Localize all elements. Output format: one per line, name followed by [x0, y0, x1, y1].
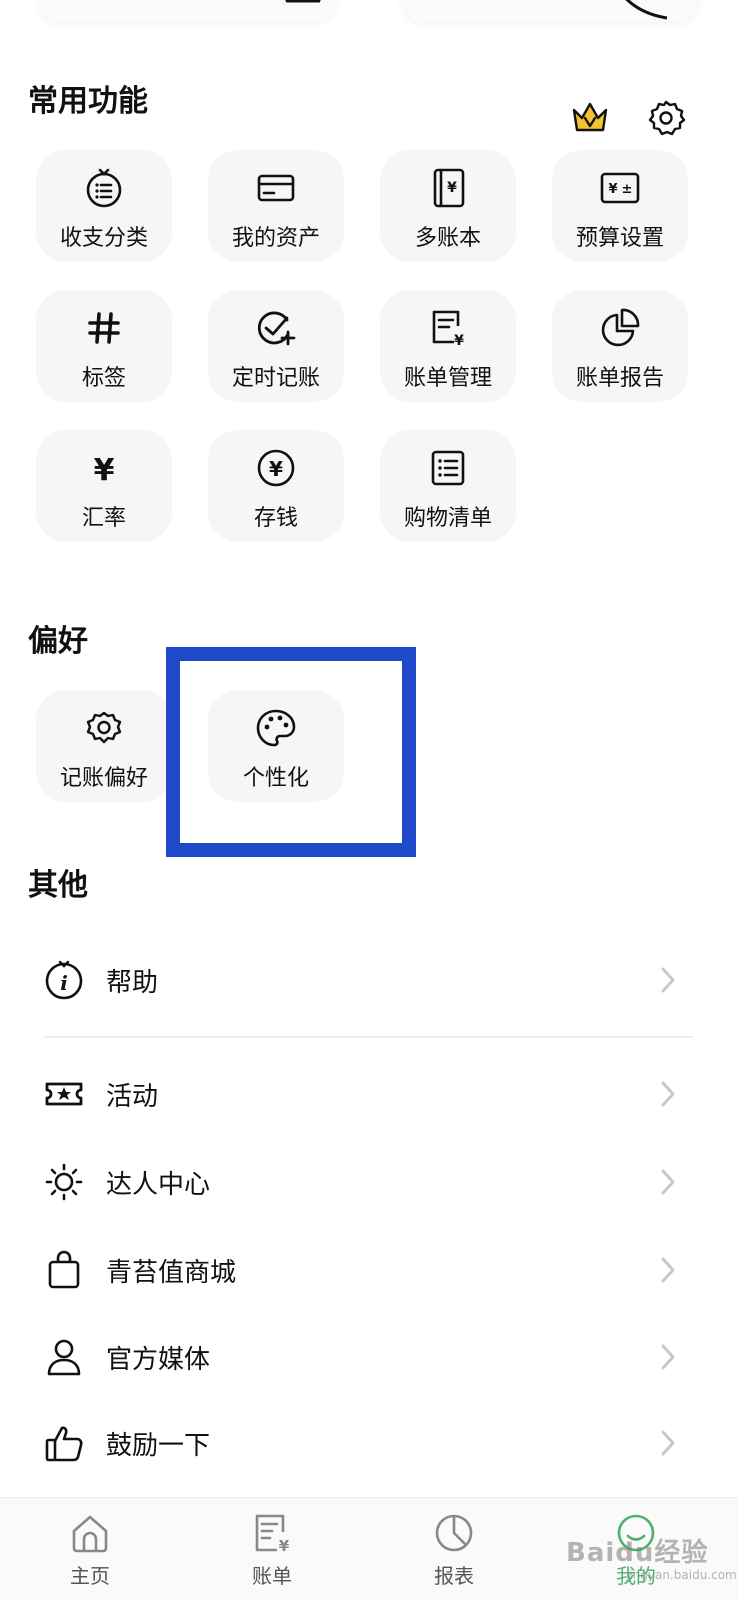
list-item-encourage-label: 鼓励一下 [106, 1431, 211, 1461]
shopping-list-icon [431, 450, 465, 486]
tile-scheduled-label: 定时记账 [231, 366, 320, 391]
tab-home[interactable]: 主页 [40, 1512, 140, 1596]
tile-bill-report[interactable]: 账单报告 [552, 290, 688, 402]
mascot-decoration-icon [285, 0, 321, 3]
tile-multi-ledger[interactable]: ¥ 多账本 [380, 150, 516, 262]
penguin-decoration-icon [625, 0, 668, 20]
shopping-bag-icon [48, 1250, 80, 1289]
list-divider [44, 1036, 694, 1038]
chevron-right-icon [661, 1430, 675, 1456]
tab-bill-label: 账单 [252, 1564, 292, 1588]
ledger-book-icon: ¥ [433, 168, 465, 208]
scheduled-check-icon [257, 311, 296, 346]
info-icon: i [45, 960, 83, 1000]
top-card-left[interactable] [38, 0, 336, 22]
svg-text:¥: ¥ [269, 457, 283, 481]
tile-category[interactable]: 收支分类 [36, 150, 172, 262]
list-item-help-label: 帮助 [106, 968, 159, 998]
list-item-moss-shop-label: 青苔值商城 [106, 1258, 237, 1288]
watermark-url: jingyan.baidu.com [626, 1568, 737, 1582]
hashtag-icon [88, 312, 120, 344]
preference-section-title: 偏好 [28, 624, 88, 659]
tile-exchange-rate[interactable]: ¥ 汇率 [36, 430, 172, 542]
list-item-help[interactable]: i 帮助 [0, 950, 738, 1010]
list-item-official-media[interactable]: 官方媒体 [0, 1327, 738, 1387]
tile-shopping-list[interactable]: 购物清单 [380, 430, 516, 542]
svg-text:¥: ¥ [279, 1537, 290, 1554]
svg-text:i: i [60, 971, 68, 995]
category-list-icon [86, 168, 122, 208]
list-item-expert-center-label: 达人中心 [106, 1170, 211, 1200]
vip-crown-icon[interactable] [570, 98, 610, 138]
tile-assets[interactable]: 我的资产 [208, 150, 344, 262]
tile-bill-manage[interactable]: ¥ 账单管理 [380, 290, 516, 402]
tab-bill[interactable]: ¥ 账单 [222, 1512, 322, 1596]
tile-category-label: 收支分类 [59, 226, 148, 251]
tab-report-label: 报表 [434, 1564, 474, 1588]
tile-shopping-list-label: 购物清单 [403, 506, 492, 531]
person-icon [47, 1339, 81, 1376]
bill-manage-icon: ¥ [432, 310, 464, 349]
list-item-activity[interactable]: 活动 [0, 1064, 738, 1124]
sun-icon [45, 1163, 83, 1201]
tile-budget[interactable]: ¥ ± 预算设置 [552, 150, 688, 262]
highlight-box [166, 647, 416, 857]
list-item-activity-label: 活动 [106, 1082, 159, 1112]
list-item-official-media-label: 官方媒体 [106, 1345, 211, 1375]
ticket-icon [45, 1082, 83, 1106]
other-section-title: 其他 [28, 868, 88, 903]
tile-exchange-rate-label: 汇率 [81, 506, 126, 531]
chevron-right-icon [661, 967, 675, 993]
list-item-moss-shop[interactable]: 青苔值商城 [0, 1240, 738, 1300]
pie-report-icon [601, 308, 640, 347]
top-card-right[interactable] [402, 0, 700, 22]
card-icon [257, 174, 295, 202]
budget-icon: ¥ ± [600, 172, 640, 204]
home-icon [72, 1515, 108, 1553]
tile-saving[interactable]: ¥ 存钱 [208, 430, 344, 542]
bill-icon: ¥ [255, 1514, 290, 1554]
list-item-expert-center[interactable]: 达人中心 [0, 1152, 738, 1212]
tile-bill-manage-label: 账单管理 [403, 366, 492, 391]
yen-coin-icon: ¥ [257, 449, 295, 487]
tile-assets-label: 我的资产 [231, 226, 320, 251]
svg-text:¥: ¥ [454, 333, 464, 349]
chevron-right-icon [661, 1257, 675, 1283]
tile-tags-label: 标签 [81, 366, 126, 391]
yen-icon: ¥ [94, 453, 115, 488]
tile-bookkeeping-preference[interactable]: 记账偏好 [36, 690, 172, 802]
gear-flower-icon [86, 711, 122, 744]
settings-gear-icon[interactable] [646, 98, 686, 138]
chevron-right-icon [661, 1081, 675, 1107]
tile-scheduled[interactable]: 定时记账 [208, 290, 344, 402]
svg-text:¥: ¥ [94, 453, 115, 488]
chevron-right-icon [661, 1344, 675, 1370]
tile-bookkeeping-preference-label: 记账偏好 [59, 766, 148, 791]
svg-text:¥: ¥ [608, 182, 617, 197]
tab-home-label: 主页 [70, 1564, 110, 1588]
tile-budget-label: 预算设置 [575, 226, 664, 251]
svg-text:¥: ¥ [447, 180, 457, 196]
tile-bill-report-label: 账单报告 [575, 366, 664, 391]
common-section-title: 常用功能 [28, 84, 148, 119]
tile-saving-label: 存钱 [253, 506, 298, 531]
list-item-encourage[interactable]: 鼓励一下 [0, 1413, 738, 1473]
chart-icon [435, 1514, 473, 1552]
svg-text:±: ± [622, 182, 633, 197]
tab-report[interactable]: 报表 [404, 1512, 504, 1596]
chevron-right-icon [661, 1169, 675, 1195]
tile-multi-ledger-label: 多账本 [414, 226, 481, 251]
thumbs-up-icon [45, 1426, 83, 1462]
watermark-text: Baidu经验 [566, 1538, 709, 1568]
tile-tags[interactable]: 标签 [36, 290, 172, 402]
